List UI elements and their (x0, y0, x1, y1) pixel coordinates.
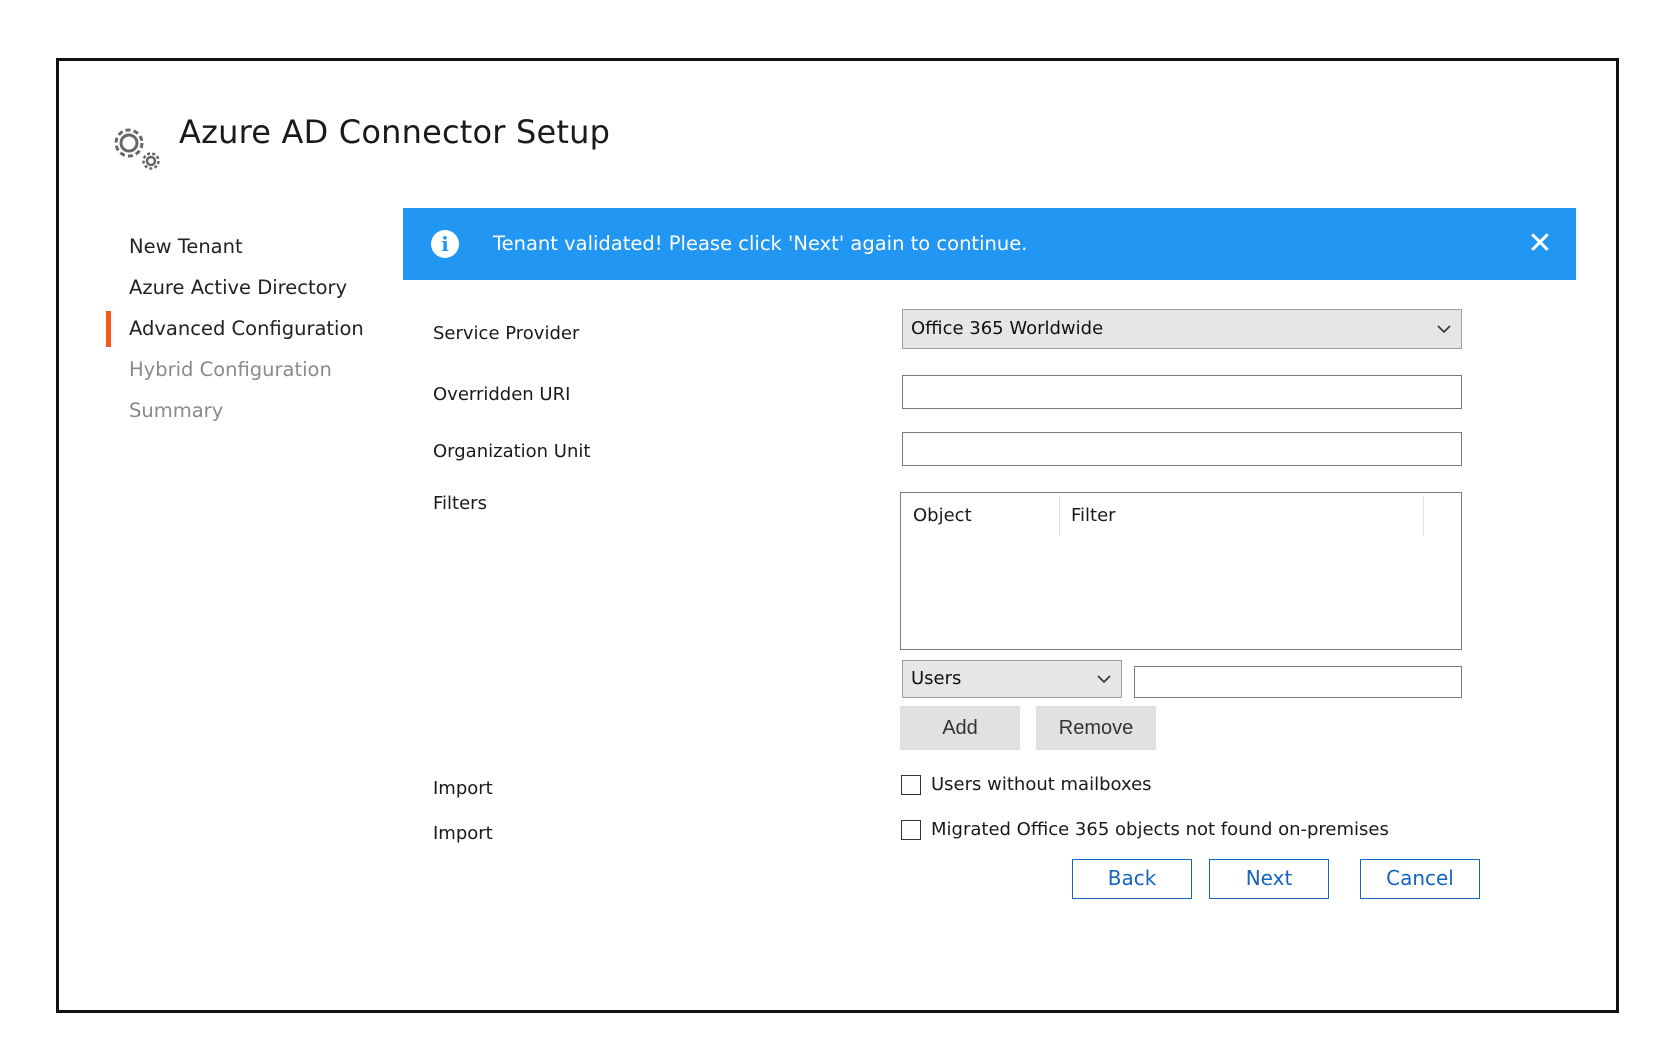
service-provider-label: Service Provider (433, 323, 580, 344)
info-icon: i (431, 230, 459, 258)
filters-table[interactable]: Object Filter (900, 492, 1462, 650)
overridden-uri-label: Overridden URI (433, 384, 571, 405)
filters-label: Filters (433, 493, 487, 514)
step-label: Azure Active Directory (129, 276, 348, 299)
filter-value-input[interactable] (1134, 666, 1462, 698)
column-header-filter[interactable]: Filter (1071, 499, 1116, 533)
service-provider-select[interactable]: Office 365 Worldwide (902, 309, 1462, 349)
overridden-uri-input[interactable] (902, 375, 1462, 409)
active-step-marker (106, 311, 111, 347)
step-hybrid-configuration: Hybrid Configuration (106, 349, 366, 390)
column-header-object[interactable]: Object (913, 499, 972, 533)
step-new-tenant[interactable]: New Tenant (106, 226, 366, 267)
chevron-down-icon (1097, 675, 1111, 684)
column-divider[interactable] (1059, 496, 1060, 536)
organization-unit-label: Organization Unit (433, 441, 591, 462)
users-without-mailboxes-label[interactable]: Users without mailboxes (931, 774, 1152, 795)
step-label: Summary (129, 399, 224, 422)
next-button[interactable]: Next (1209, 859, 1329, 899)
step-label: Advanced Configuration (129, 317, 364, 340)
add-filter-button[interactable]: Add (900, 706, 1020, 750)
notification-banner: i Tenant validated! Please click 'Next' … (403, 208, 1576, 280)
filter-object-value: Users (911, 668, 962, 689)
remove-filter-button[interactable]: Remove (1036, 706, 1156, 750)
gears-icon (114, 128, 160, 170)
banner-message: Tenant validated! Please click 'Next' ag… (493, 232, 1028, 255)
step-label: New Tenant (129, 235, 243, 258)
migrated-objects-label[interactable]: Migrated Office 365 objects not found on… (931, 819, 1389, 840)
setup-dialog: Azure AD Connector Setup New Tenant Azur… (56, 58, 1619, 1013)
users-without-mailboxes-checkbox[interactable] (901, 775, 921, 795)
wizard-steps: New Tenant Azure Active Directory Advanc… (106, 226, 366, 431)
step-advanced-configuration[interactable]: Advanced Configuration (106, 308, 366, 349)
filter-object-select[interactable]: Users (902, 660, 1122, 698)
step-summary: Summary (106, 390, 366, 431)
import-label: Import (433, 778, 493, 799)
service-provider-value: Office 365 Worldwide (911, 318, 1104, 339)
cancel-button[interactable]: Cancel (1360, 859, 1480, 899)
dialog-title: Azure AD Connector Setup (179, 113, 611, 151)
import-label: Import (433, 823, 493, 844)
back-button[interactable]: Back (1072, 859, 1192, 899)
organization-unit-input[interactable] (902, 432, 1462, 466)
column-divider[interactable] (1423, 496, 1424, 536)
step-azure-active-directory[interactable]: Azure Active Directory (106, 267, 366, 308)
chevron-down-icon (1437, 325, 1451, 334)
step-label: Hybrid Configuration (129, 358, 332, 381)
close-icon[interactable]: ✕ (1522, 226, 1558, 262)
migrated-objects-checkbox[interactable] (901, 820, 921, 840)
